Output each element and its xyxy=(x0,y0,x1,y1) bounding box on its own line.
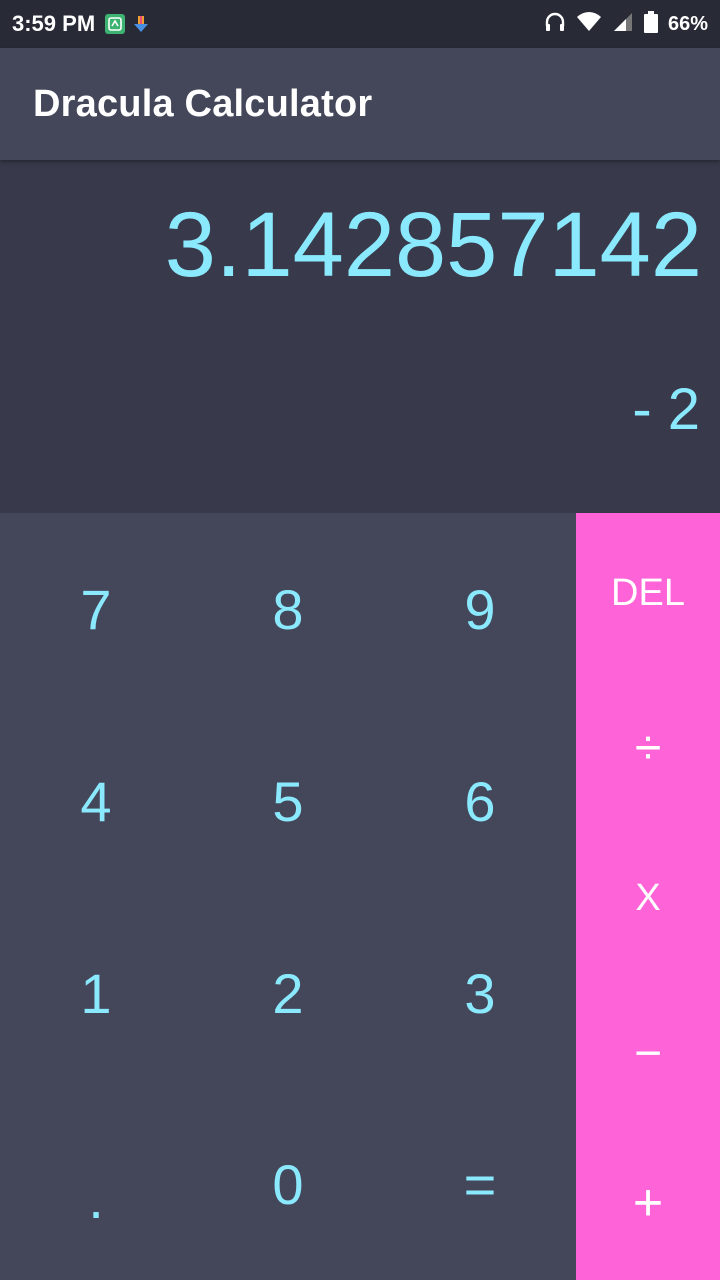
status-icons: 66% xyxy=(544,10,708,38)
signal-icon xyxy=(612,11,634,38)
result-text: 3.142857142 xyxy=(164,194,702,296)
battery-icon xyxy=(643,10,658,38)
calculator-display: 3.142857142 - 2 xyxy=(0,160,720,513)
subtract-button[interactable]: − xyxy=(576,998,720,1108)
operator-panel: DEL ÷ X − + xyxy=(576,513,720,1280)
wifi-icon xyxy=(576,11,602,38)
key-decimal[interactable]: . xyxy=(0,1089,192,1280)
key-6[interactable]: 6 xyxy=(384,705,576,897)
app-bar: Dracula Calculator xyxy=(0,48,720,160)
key-equals[interactable]: = xyxy=(384,1089,576,1280)
add-button[interactable]: + xyxy=(576,1148,720,1258)
app-title: Dracula Calculator xyxy=(33,82,373,125)
number-keypad: 7 8 9 4 5 6 1 2 3 . 0 = xyxy=(0,513,576,1280)
divide-button[interactable]: ÷ xyxy=(576,693,720,803)
key-2[interactable]: 2 xyxy=(192,897,384,1089)
delete-button[interactable]: DEL xyxy=(576,538,720,648)
multiply-button[interactable]: X xyxy=(576,843,720,953)
download-icon xyxy=(133,15,149,33)
key-9[interactable]: 9 xyxy=(384,513,576,705)
key-8[interactable]: 8 xyxy=(192,513,384,705)
key-1[interactable]: 1 xyxy=(0,897,192,1089)
expression-text: - 2 xyxy=(632,377,700,442)
status-time: 3:59 PM xyxy=(12,11,96,36)
key-5[interactable]: 5 xyxy=(192,705,384,897)
battery-percentage: 66% xyxy=(667,12,708,35)
app-notification-icon xyxy=(105,14,126,34)
key-3[interactable]: 3 xyxy=(384,897,576,1089)
key-0[interactable]: 0 xyxy=(192,1089,384,1280)
key-7[interactable]: 7 xyxy=(0,513,192,705)
status-bar: 3:59 PM 66% xyxy=(0,0,720,48)
headphones-icon xyxy=(544,11,566,38)
key-4[interactable]: 4 xyxy=(0,705,192,897)
